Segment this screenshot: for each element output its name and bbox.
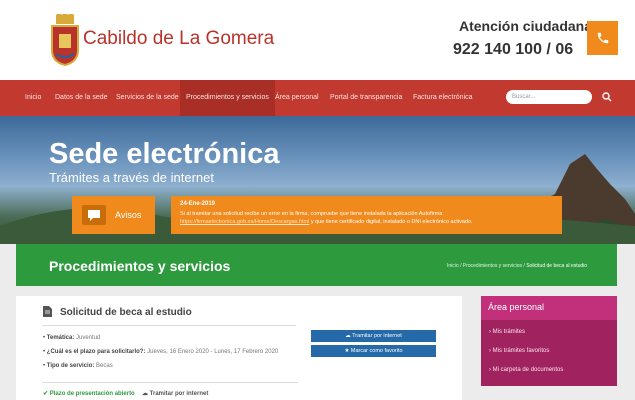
favorito-button[interactable]: ★ Marcar como favorito xyxy=(311,345,436,357)
nav-item-procedimientos[interactable]: Procedimientos y servicios xyxy=(180,80,275,116)
avisos-label: Avisos xyxy=(115,210,142,220)
contact-title: Atención ciudadana xyxy=(459,18,593,34)
side-panel-title: Área personal xyxy=(488,302,545,312)
field-value: Jueves, 16 Enero 2020 - Lunes, 17 Febrer… xyxy=(147,349,279,355)
site-header: Cabildo de La Gomera Atención ciudadana … xyxy=(0,0,635,80)
field-label: Tipo de servicio: xyxy=(46,363,95,369)
side-item-mis-tramites[interactable]: › Mis trámites xyxy=(489,329,525,335)
coat-of-arms-logo[interactable] xyxy=(50,14,80,66)
nav-item-servicios-sede[interactable]: Servicios de la sede xyxy=(116,80,179,116)
field-plazo: • ¿Cuál es el plazo para solicitarlo?: J… xyxy=(43,349,278,355)
document-icon xyxy=(43,306,52,317)
field-tipo: • Tipo de servicio: Becas xyxy=(43,363,113,369)
breadcrumb: Inicio / Procedimientos y servicios / So… xyxy=(447,263,588,269)
cloud-icon: ☁ xyxy=(142,391,150,397)
check-icon: ✔ xyxy=(43,391,50,397)
notice-link[interactable]: https://firmaelectronica.gob.es/Home/Des… xyxy=(180,219,309,225)
breadcrumb-current: Solicitud de beca al estudio xyxy=(526,263,588,269)
side-item-label: Mi carpeta de documentos xyxy=(492,367,564,373)
divider xyxy=(42,325,296,326)
contact-phone: 922 140 100 / 06 xyxy=(453,41,574,58)
nav-item-datos-sede[interactable]: Datos de la sede xyxy=(55,80,108,116)
search-icon[interactable] xyxy=(602,92,612,102)
side-item-favoritos[interactable]: › Mis trámites favoritos xyxy=(489,348,549,354)
button-label: Marcar como favorito xyxy=(350,348,403,354)
side-item-documentos[interactable]: › Mi carpeta de documentos xyxy=(489,367,563,373)
comment-icon xyxy=(82,205,106,225)
phone-icon xyxy=(597,32,608,44)
site-brand-name[interactable]: Cabildo de La Gomera xyxy=(83,28,274,50)
field-label: Temática: xyxy=(46,335,75,341)
hero-title: Sede electrónica xyxy=(49,138,280,170)
tramitar-button[interactable]: ☁ Tramitar por internet xyxy=(311,330,436,342)
notice-date: 24-Ene-2019 xyxy=(180,201,216,207)
notice-text: Si al tramitar una solicitud recibe un e… xyxy=(180,210,555,226)
page-title: Procedimientos y servicios xyxy=(49,258,231,274)
breadcrumb-home[interactable]: Inicio xyxy=(447,263,459,269)
status-plazo-abierto: ✔ Plazo de presentación abierto xyxy=(43,390,135,397)
status-tramitar: ☁ Tramitar por internet xyxy=(142,390,208,397)
field-value: Becas xyxy=(96,363,113,369)
nav-item-transparencia[interactable]: Portal de transparencia xyxy=(330,80,402,116)
status-label: Plazo de presentación abierto xyxy=(49,391,135,397)
side-item-label: Mis trámites xyxy=(492,329,526,335)
field-tematica: • Temática: Juventud xyxy=(43,335,100,341)
notice-text-part: y que tiene certificado digital, instala… xyxy=(309,219,473,225)
divider xyxy=(42,382,298,383)
status-label: Tramitar por internet xyxy=(149,391,209,397)
notice-text-part: Si al tramitar una solicitud recibe un e… xyxy=(180,211,443,217)
nav-item-area-personal[interactable]: Área personal xyxy=(275,80,319,116)
hero-subtitle: Trámites a través de internet xyxy=(49,170,214,185)
nav-item-factura[interactable]: Factura electrónica xyxy=(413,80,473,116)
nav-item-inicio[interactable]: Inicio xyxy=(25,80,41,116)
phone-button[interactable] xyxy=(587,21,618,55)
field-value: Juventud xyxy=(76,335,101,341)
search-input[interactable]: Buscar... xyxy=(506,90,592,104)
breadcrumb-procedimientos[interactable]: Procedimientos y servicios xyxy=(463,263,522,269)
procedure-title: Solicitud de beca al estudio xyxy=(60,307,192,318)
side-item-label: Mis trámites favoritos xyxy=(492,348,550,354)
field-label: ¿Cuál es el plazo para solicitarlo?: xyxy=(46,349,146,355)
button-label: Tramitar por internet xyxy=(352,333,402,339)
